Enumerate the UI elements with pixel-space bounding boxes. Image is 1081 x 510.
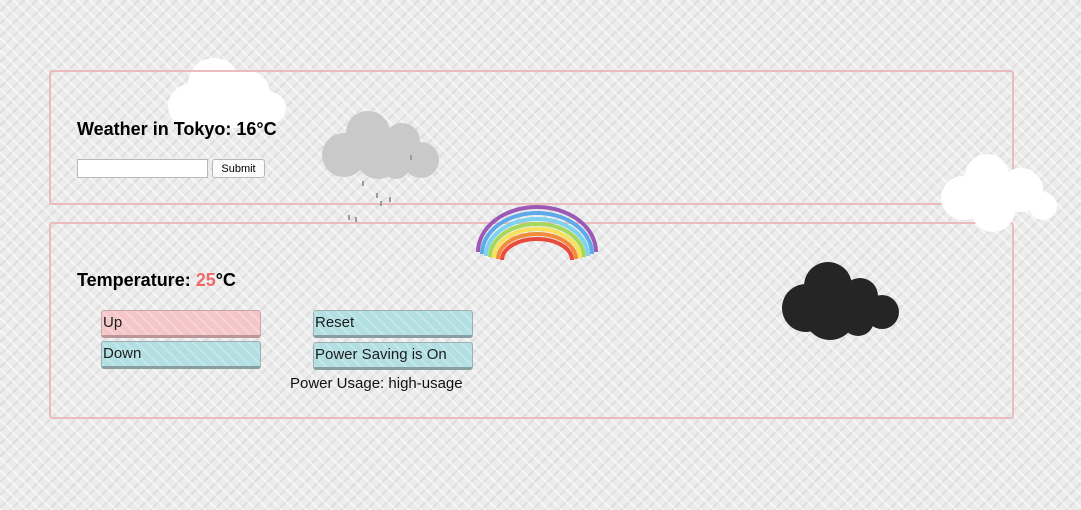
power-usage: Power Usage: high-usage <box>290 375 463 392</box>
weather-heading-prefix: Weather in <box>77 119 174 139</box>
submit-button[interactable]: Submit <box>212 159 265 178</box>
temperature-unit: °C <box>215 270 236 290</box>
weather-heading-sep: : <box>225 119 237 139</box>
reset-button[interactable]: Reset <box>313 310 473 338</box>
temperature-heading: Temperature: 25°C <box>77 270 236 291</box>
power-usage-label: Power Usage: <box>290 375 389 392</box>
temperature-value: 25 <box>195 270 216 290</box>
temperature-label: Temperature: <box>77 270 196 290</box>
weather-heading: Weather in Tokyo: 16°C <box>77 119 277 140</box>
weather-unit: °C <box>256 119 277 139</box>
up-button[interactable]: Up <box>101 310 261 338</box>
down-button[interactable]: Down <box>101 341 261 369</box>
weather-panel: Weather in Tokyo: 16°C Submit <box>49 70 1014 205</box>
power-usage-value: high-usage <box>388 375 463 392</box>
dark-cloud-icon <box>782 262 899 340</box>
city-input[interactable] <box>77 159 208 178</box>
rain-cloud-icon <box>322 111 439 222</box>
weather-city: Tokyo <box>173 119 226 139</box>
rainbow-icon <box>476 205 598 260</box>
weather-temperature: 16 <box>236 119 257 139</box>
white-cloud-icon <box>941 154 1057 232</box>
power-saving-button[interactable]: Power Saving is On <box>313 342 473 370</box>
